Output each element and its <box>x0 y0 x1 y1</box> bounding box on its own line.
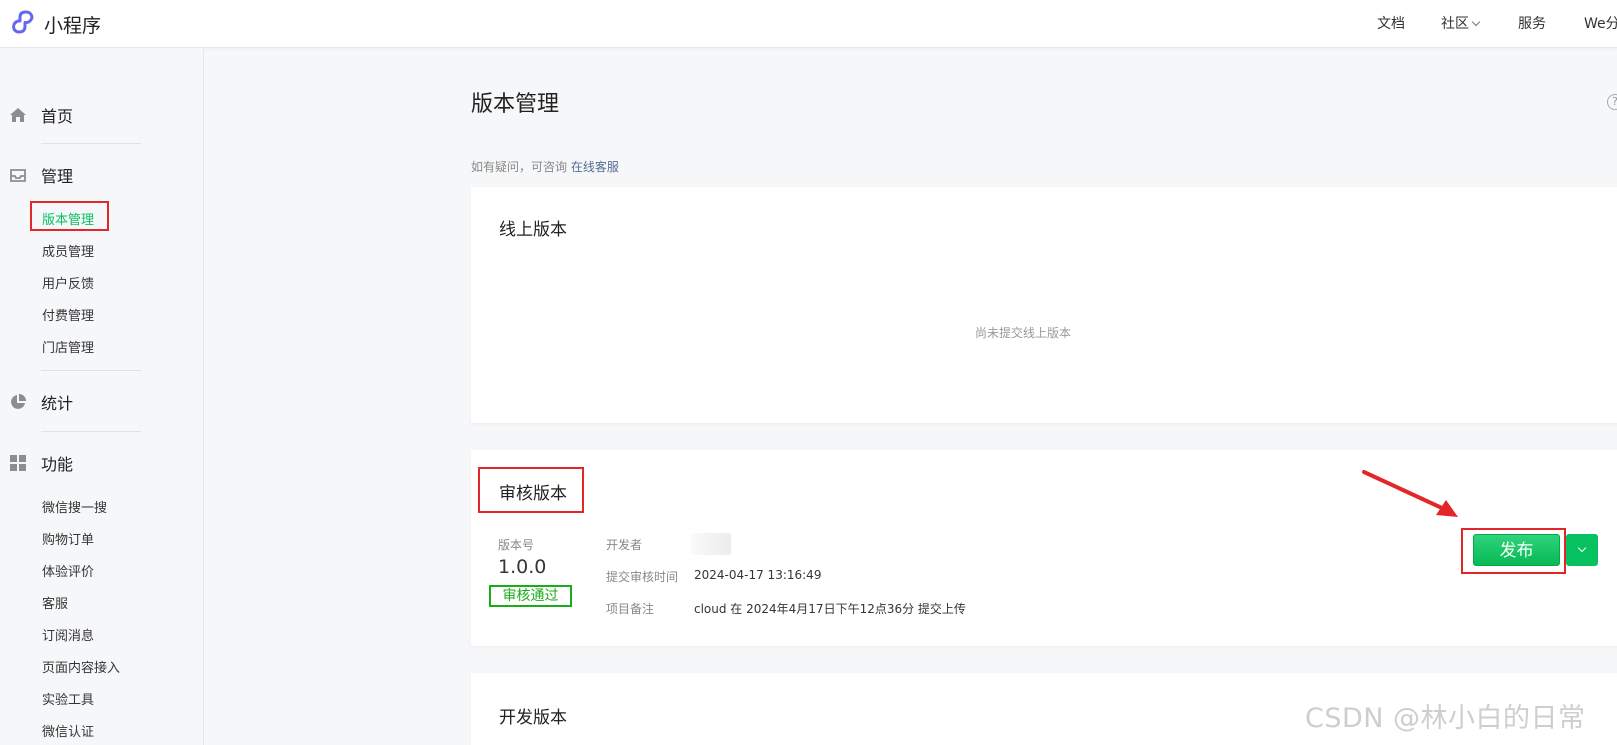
developer-avatar <box>691 533 731 555</box>
sidebar-divider <box>41 370 141 371</box>
top-bar: 小程序 文档 社区 服务 We分 <box>0 0 1617 48</box>
inbox-icon <box>9 166 27 184</box>
publish-options-button[interactable] <box>1566 534 1598 566</box>
page-title: 版本管理 <box>471 92 560 117</box>
developer-label: 开发者 <box>606 538 643 552</box>
sidebar-item-stats[interactable]: 统计 <box>9 390 73 414</box>
app-title: 小程序 <box>44 14 102 37</box>
submit-time-value: 2024-04-17 13:16:49 <box>694 568 822 582</box>
sidebar-item-subscriptions[interactable]: 订阅消息 <box>42 625 94 644</box>
nav-docs[interactable]: 文档 <box>1377 13 1405 33</box>
sidebar-item-manage[interactable]: 管理 <box>9 163 73 187</box>
sidebar-divider <box>41 431 141 432</box>
online-service-link[interactable]: 在线客服 <box>571 160 619 174</box>
sidebar-item-wechat-search[interactable]: 微信搜一搜 <box>42 497 107 516</box>
sidebar-item-stats-label: 统计 <box>41 394 74 413</box>
nav-services[interactable]: 服务 <box>1518 13 1546 33</box>
version-number-label: 版本号 <box>498 538 535 552</box>
sidebar-item-members[interactable]: 成员管理 <box>42 241 94 260</box>
app-logo[interactable]: 小程序 <box>8 8 101 40</box>
sidebar-item-home-label: 首页 <box>41 107 74 126</box>
online-version-card: 线上版本 尚未提交线上版本 <box>471 187 1617 423</box>
sidebar-item-payment[interactable]: 付费管理 <box>42 305 94 324</box>
help-icon[interactable]: ? <box>1607 94 1617 110</box>
sidebar-item-stores[interactable]: 门店管理 <box>42 337 94 356</box>
sidebar-item-page-content[interactable]: 页面内容接入 <box>42 657 120 676</box>
sidebar-item-home[interactable]: 首页 <box>9 103 73 127</box>
online-version-title: 线上版本 <box>499 220 567 240</box>
sidebar-item-features-label: 功能 <box>41 455 74 474</box>
sidebar-item-experiments[interactable]: 实验工具 <box>42 689 94 708</box>
nav-community[interactable]: 社区 <box>1441 13 1481 33</box>
nav-community-label: 社区 <box>1441 16 1469 32</box>
sidebar-item-verification[interactable]: 微信认证 <box>42 721 94 740</box>
sidebar-item-reviews[interactable]: 体验评价 <box>42 561 94 580</box>
status-badge: 审核通过 <box>489 585 572 607</box>
grid-icon <box>9 454 27 472</box>
sidebar-item-feedback[interactable]: 用户反馈 <box>42 273 94 292</box>
submit-time-label: 提交审核时间 <box>606 570 679 584</box>
pie-chart-icon <box>9 393 27 411</box>
help-hint-text: 如有疑问，可咨询 <box>471 160 568 174</box>
annotation-box-review-title <box>478 467 584 513</box>
sidebar-item-customer-service[interactable]: 客服 <box>42 593 68 612</box>
remark-label: 项目备注 <box>606 602 655 616</box>
remark-value: cloud 在 2024年4月17日下午12点36分 提交上传 <box>694 602 966 616</box>
nav-wefen[interactable]: We分 <box>1584 13 1617 33</box>
annotation-box-publish <box>1461 528 1566 574</box>
sidebar-divider <box>41 143 141 144</box>
sidebar-item-orders[interactable]: 购物订单 <box>42 529 94 548</box>
annotation-box-version-manage <box>30 201 109 231</box>
chevron-down-icon <box>1471 17 1481 27</box>
watermark: CSDN @林小白的日常 <box>1305 703 1586 734</box>
home-icon <box>9 106 27 124</box>
dev-version-title: 开发版本 <box>499 708 567 728</box>
chevron-down-icon <box>1577 543 1587 553</box>
help-hint: 如有疑问，可咨询 在线客服 <box>471 158 619 175</box>
online-version-empty: 尚未提交线上版本 <box>974 326 1071 340</box>
version-number: 1.0.0 <box>498 556 547 578</box>
sidebar-item-manage-label: 管理 <box>41 167 74 186</box>
sidebar-item-features[interactable]: 功能 <box>9 451 73 475</box>
annotation-arrow-icon <box>1362 470 1458 517</box>
miniprogram-logo-icon <box>12 10 34 34</box>
